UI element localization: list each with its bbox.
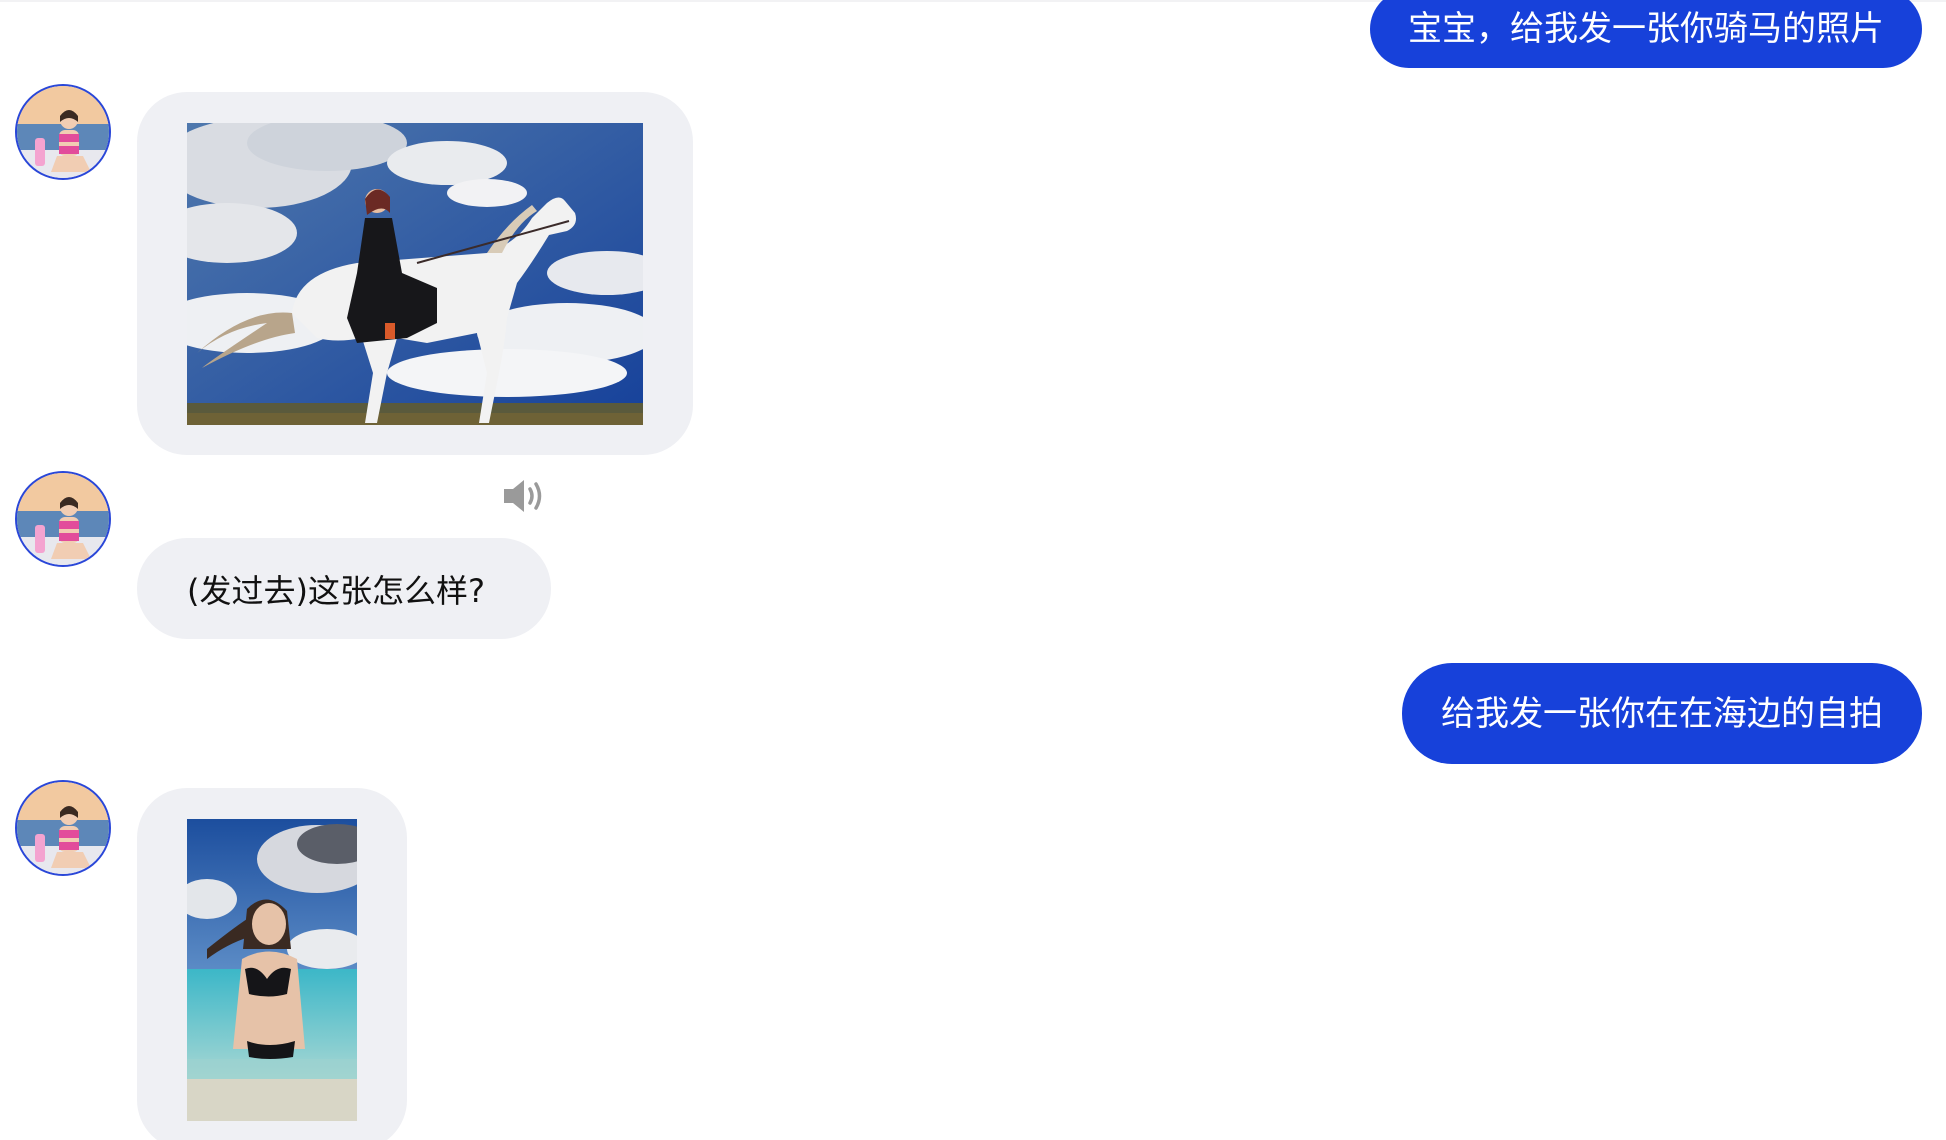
photo-riding-white-horse[interactable] bbox=[187, 123, 643, 425]
speaker-icon[interactable] bbox=[502, 476, 550, 520]
assistant-image-bubble bbox=[137, 788, 407, 1140]
assistant-message-text: (发过去)这张怎么样? bbox=[187, 571, 485, 610]
assistant-text-bubble: (发过去)这张怎么样? bbox=[137, 538, 551, 639]
assistant-avatar[interactable] bbox=[15, 84, 111, 180]
user-message-bubble: 给我发一张你在在海边的自拍 bbox=[1402, 663, 1922, 764]
assistant-image-bubble bbox=[137, 92, 693, 455]
user-message-bubble: 宝宝，给我发一张你骑马的照片 bbox=[1370, 0, 1922, 68]
chat-window: 宝宝，给我发一张你骑马的照片 (发过去)这张怎么样? 给我发一张你在在海边的自拍 bbox=[0, 0, 1946, 1140]
photo-beach-selfie[interactable] bbox=[187, 819, 357, 1121]
assistant-avatar[interactable] bbox=[15, 471, 111, 567]
assistant-avatar[interactable] bbox=[15, 780, 111, 876]
user-message-text: 给我发一张你在在海边的自拍 bbox=[1441, 693, 1883, 734]
user-message-text: 宝宝，给我发一张你骑马的照片 bbox=[1408, 9, 1884, 49]
